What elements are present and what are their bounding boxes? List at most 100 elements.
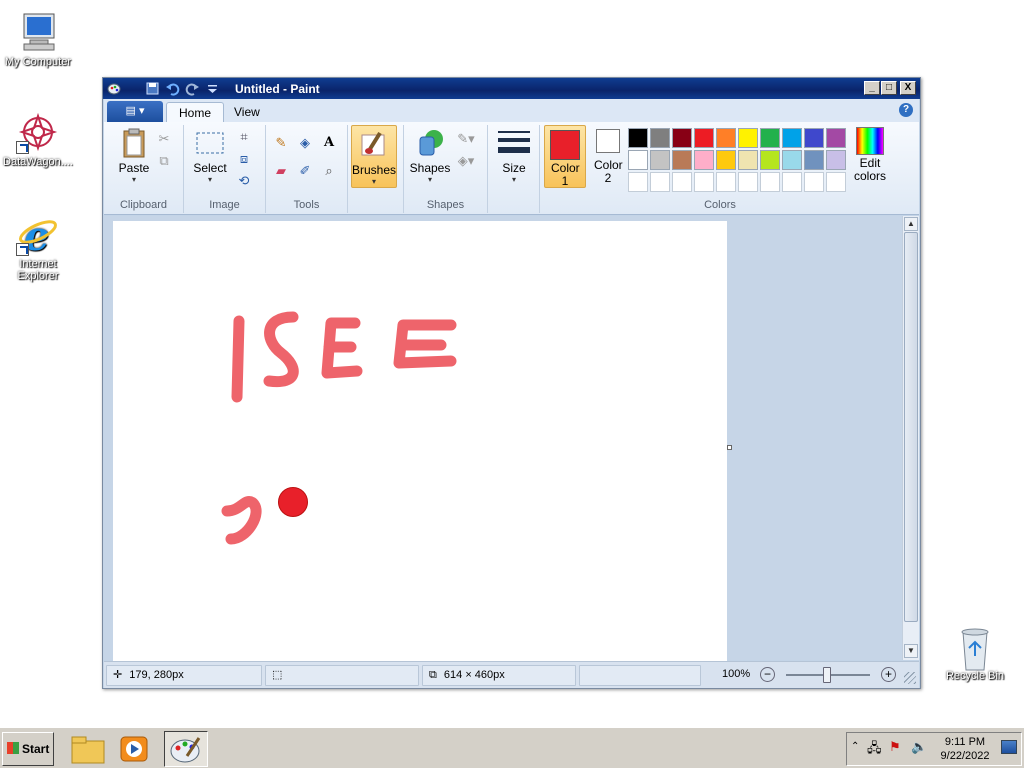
palette-swatch[interactable] (694, 128, 714, 148)
paint-app-icon[interactable] (107, 81, 122, 96)
palette-swatch[interactable] (716, 172, 736, 192)
customize-quick-access-icon[interactable] (205, 81, 220, 96)
palette-swatch[interactable] (738, 150, 758, 170)
outline-icon[interactable]: ✎▾ (456, 129, 476, 149)
rotate-icon[interactable]: ⟲ (234, 171, 254, 191)
eraser-icon[interactable]: ▰ (271, 161, 291, 181)
resize-icon[interactable]: ⧈ (234, 149, 254, 169)
palette-swatch[interactable] (782, 172, 802, 192)
canvas-resize-handle[interactable] (727, 445, 732, 450)
recycle-bin-icon (953, 624, 997, 671)
palette-swatch[interactable] (826, 172, 846, 192)
title-bar[interactable]: Untitled - Paint _ □ X (103, 78, 920, 99)
palette-swatch[interactable] (628, 172, 648, 192)
color2-button[interactable]: Color 2 (590, 129, 626, 185)
palette-swatch[interactable] (804, 150, 824, 170)
minimize-button[interactable]: _ (864, 81, 880, 95)
palette-swatch[interactable] (738, 172, 758, 192)
palette-swatch[interactable] (716, 128, 736, 148)
zoom-out-button[interactable]: − (760, 667, 775, 682)
desktop-icon-internet-explorer[interactable]: e Internet Explorer (0, 212, 76, 282)
palette-swatch[interactable] (826, 150, 846, 170)
redo-icon[interactable] (185, 81, 200, 96)
palette-swatch[interactable] (650, 172, 670, 192)
paint-window: Untitled - Paint _ □ X ▤ ▾ Home View ? P… (102, 77, 921, 689)
copy-icon[interactable]: ⧉ (154, 151, 174, 171)
shapes-icon (414, 127, 446, 159)
taskbar: Start ⌃ 🖧 ⚑ 🔈 9:11 PM 9/22/2022 (0, 726, 1024, 768)
taskbar-paint[interactable] (164, 731, 208, 767)
palette-swatch[interactable] (672, 128, 692, 148)
text-tool-icon[interactable]: A (319, 133, 339, 153)
start-button[interactable]: Start (2, 732, 54, 766)
taskbar-explorer[interactable] (66, 731, 110, 767)
desktop-icon-datawagon[interactable]: DataWagon.... (0, 110, 76, 168)
close-button[interactable]: X (900, 81, 916, 95)
undo-icon[interactable] (165, 81, 180, 96)
zoom-in-button[interactable]: + (881, 667, 896, 682)
palette-swatch[interactable] (694, 150, 714, 170)
select-button[interactable]: Select ▾ (190, 127, 230, 184)
pencil-icon[interactable]: ✎ (271, 133, 291, 153)
palette-swatch[interactable] (650, 150, 670, 170)
image-size-icon: ⧉ (429, 669, 437, 681)
taskbar-media-player[interactable] (112, 731, 156, 767)
save-icon[interactable] (145, 81, 160, 96)
desktop-icon-label: Internet Explorer (17, 258, 59, 282)
tray-expand-icon[interactable]: ⌃ (851, 741, 859, 752)
edit-colors-button[interactable]: Edit colors (850, 127, 890, 183)
cut-icon[interactable]: ✂ (154, 129, 174, 149)
move-cursor-icon: ✛ (113, 669, 123, 681)
palette-swatch[interactable] (782, 128, 802, 148)
palette-swatch[interactable] (672, 172, 692, 192)
fill-bucket-icon[interactable]: ◈ (295, 133, 315, 153)
color-picker-icon[interactable]: ✐ (295, 161, 315, 181)
scroll-up-button[interactable]: ▲ (904, 217, 918, 231)
window-resize-grip[interactable] (904, 672, 916, 684)
size-dropdown-icon: ▾ (511, 175, 516, 184)
palette-swatch[interactable] (804, 172, 824, 192)
action-center-icon[interactable]: ⚑ (889, 739, 901, 755)
vertical-scrollbar[interactable]: ▲ ▼ (902, 216, 919, 660)
tab-view[interactable]: View (222, 102, 272, 123)
clock[interactable]: 9:11 PM 9/22/2022 (935, 735, 995, 763)
palette-swatch[interactable] (760, 150, 780, 170)
size-button[interactable]: Size ▾ (494, 127, 534, 184)
file-menu-button[interactable]: ▤ ▾ (107, 101, 163, 122)
zoom-slider-thumb[interactable] (823, 667, 831, 683)
media-player-icon (120, 736, 148, 762)
palette-swatch[interactable] (694, 172, 714, 192)
palette-swatch[interactable] (628, 128, 648, 148)
palette-swatch[interactable] (804, 128, 824, 148)
desktop-icon-recycle-bin[interactable]: Recycle Bin (937, 624, 1013, 682)
scroll-thumb[interactable] (904, 232, 918, 622)
show-desktop-icon[interactable] (1001, 740, 1017, 754)
palette-swatch[interactable] (650, 128, 670, 148)
windows-logo-icon (6, 742, 19, 754)
volume-icon[interactable]: 🔈 (911, 739, 927, 755)
drawing-canvas[interactable] (113, 221, 727, 661)
maximize-button[interactable]: □ (881, 81, 897, 95)
palette-swatch[interactable] (672, 150, 692, 170)
shapes-label: Shapes (409, 161, 451, 175)
palette-swatch[interactable] (628, 150, 648, 170)
palette-swatch[interactable] (760, 172, 780, 192)
desktop-icon-my-computer[interactable]: My Computer (0, 10, 76, 68)
network-icon[interactable]: 🖧 (867, 739, 882, 761)
paintbrush-icon (358, 129, 390, 161)
fill-icon[interactable]: ◈▾ (456, 151, 476, 171)
palette-swatch[interactable] (716, 150, 736, 170)
paste-button[interactable]: Paste ▾ (112, 127, 156, 184)
brushes-button[interactable]: Brushes ▾ (351, 125, 397, 188)
scroll-down-button[interactable]: ▼ (904, 644, 918, 658)
tab-home[interactable]: Home (166, 102, 225, 123)
color1-button[interactable]: Color 1 (544, 125, 586, 188)
palette-swatch[interactable] (738, 128, 758, 148)
palette-swatch[interactable] (760, 128, 780, 148)
shapes-button[interactable]: Shapes ▾ (408, 127, 452, 184)
palette-swatch[interactable] (782, 150, 802, 170)
palette-swatch[interactable] (826, 128, 846, 148)
crop-icon[interactable]: ⌗ (234, 127, 254, 147)
help-icon[interactable]: ? (899, 103, 913, 117)
magnifier-icon[interactable]: ⌕ (319, 161, 339, 181)
